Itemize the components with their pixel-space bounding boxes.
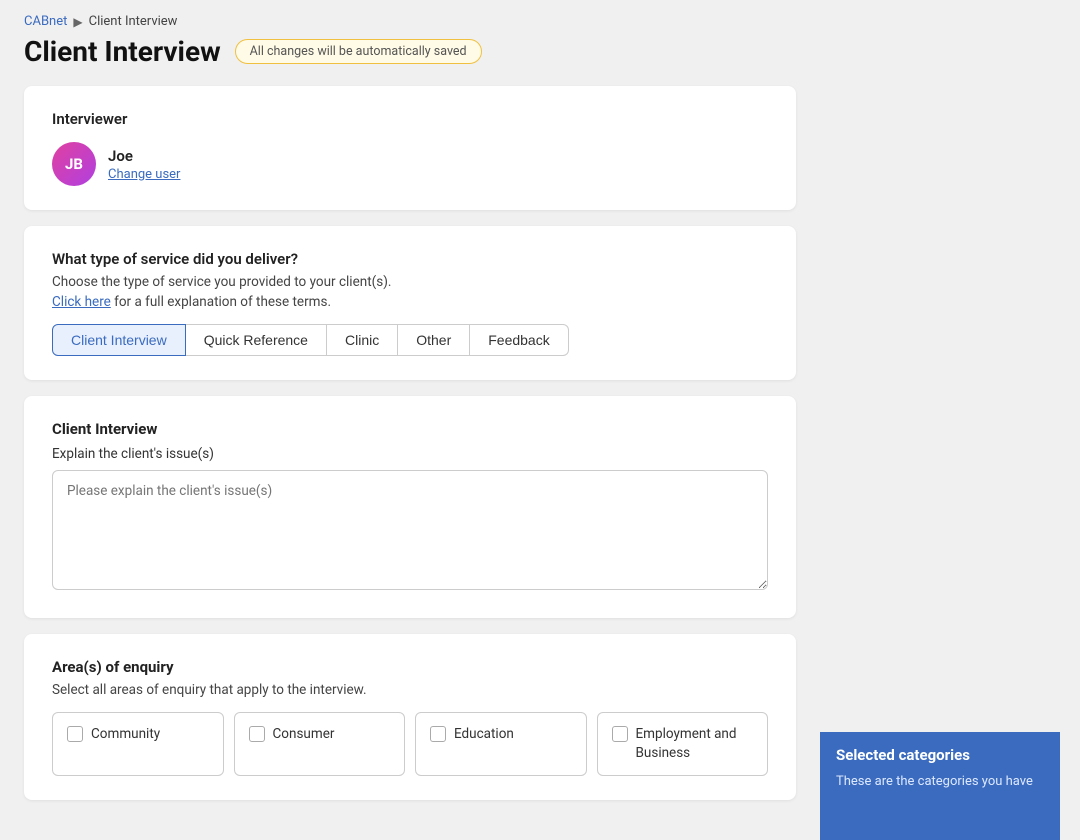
service-type-card: What type of service did you deliver? Ch…: [24, 226, 796, 380]
service-tabs-row: Client Interview Quick Reference Clinic …: [52, 324, 768, 356]
category-label-education: Education: [454, 725, 514, 744]
explanation-link[interactable]: Click here: [52, 294, 111, 310]
interviewer-info: Joe Change user: [108, 147, 180, 182]
category-education[interactable]: Education: [415, 712, 587, 776]
autosave-badge: All changes will be automatically saved: [235, 39, 482, 64]
selected-categories-body: These are the categories you have: [820, 774, 1060, 789]
category-consumer[interactable]: Consumer: [234, 712, 406, 776]
page-title: Client Interview: [24, 35, 221, 68]
selected-categories-header: Selected categories: [820, 732, 1060, 774]
service-question-sub: Choose the type of service you provided …: [52, 274, 768, 290]
category-checkbox-community[interactable]: [67, 726, 83, 742]
category-label-consumer: Consumer: [273, 725, 335, 744]
interviewer-name: Joe: [108, 147, 180, 165]
tab-other[interactable]: Other: [398, 324, 470, 356]
category-grid: Community Consumer Education Employment …: [52, 712, 768, 776]
category-community[interactable]: Community: [52, 712, 224, 776]
issue-textarea[interactable]: [52, 470, 768, 590]
breadcrumb-separator: ▶: [73, 15, 82, 29]
tab-client-interview[interactable]: Client Interview: [52, 324, 186, 356]
main-content: CABnet ▶ Client Interview Client Intervi…: [0, 0, 820, 840]
client-interview-title: Client Interview: [52, 420, 768, 438]
issue-field-label: Explain the client's issue(s): [52, 446, 768, 462]
breadcrumb-link[interactable]: CABnet: [24, 14, 67, 29]
category-label-employment: Employment and Business: [636, 725, 754, 763]
right-sidebar: Selected categories These are the catego…: [820, 0, 1060, 840]
client-interview-card: Client Interview Explain the client's is…: [24, 396, 796, 618]
service-question-link-row: Click here for a full explanation of the…: [52, 294, 768, 310]
enquiry-title: Area(s) of enquiry: [52, 658, 768, 676]
category-checkbox-consumer[interactable]: [249, 726, 265, 742]
tab-feedback[interactable]: Feedback: [470, 324, 568, 356]
areas-card: Area(s) of enquiry Select all areas of e…: [24, 634, 796, 800]
category-checkbox-employment[interactable]: [612, 726, 628, 742]
breadcrumb: CABnet ▶ Client Interview: [24, 14, 796, 29]
enquiry-sub: Select all areas of enquiry that apply t…: [52, 682, 768, 698]
avatar: JB: [52, 142, 96, 186]
interviewer-label: Interviewer: [52, 110, 768, 128]
interviewer-row: JB Joe Change user: [52, 142, 768, 186]
tab-quick-reference[interactable]: Quick Reference: [186, 324, 327, 356]
service-question-title: What type of service did you deliver?: [52, 250, 768, 268]
selected-categories-panel: Selected categories These are the catego…: [820, 732, 1060, 840]
category-label-community: Community: [91, 725, 160, 744]
change-user-link[interactable]: Change user: [108, 167, 180, 182]
category-checkbox-education[interactable]: [430, 726, 446, 742]
category-employment[interactable]: Employment and Business: [597, 712, 769, 776]
breadcrumb-current: Client Interview: [89, 14, 178, 29]
page-wrapper: CABnet ▶ Client Interview Client Intervi…: [0, 0, 1080, 840]
interviewer-card: Interviewer JB Joe Change user: [24, 86, 796, 210]
tab-clinic[interactable]: Clinic: [327, 324, 398, 356]
page-header: Client Interview All changes will be aut…: [24, 35, 796, 68]
